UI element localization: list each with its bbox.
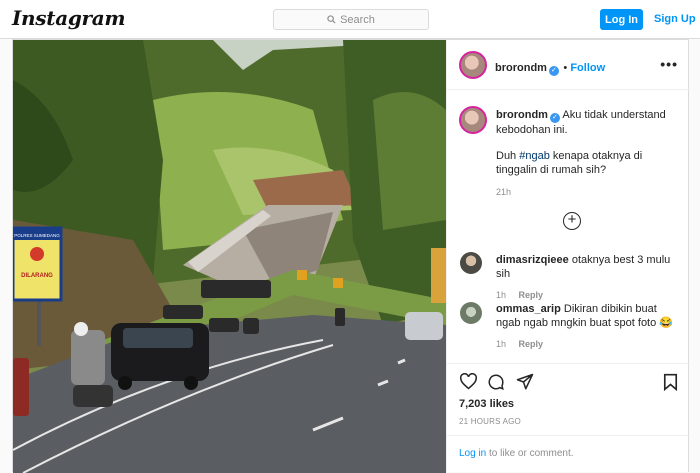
verified-icon: ✓ — [548, 66, 559, 76]
search-input[interactable]: Search — [273, 9, 429, 30]
comment-item: dimasrizqieee otaknya best 3 mulu sih 1h… — [496, 253, 681, 300]
photo-scene: DILARANG POLRES SUMEDANG — [13, 40, 446, 473]
comment-avatar[interactable] — [460, 252, 482, 274]
author-username[interactable]: brorondm — [495, 62, 547, 74]
instagram-logo[interactable]: Instagram — [12, 6, 126, 30]
hashtag-link[interactable]: #ngab — [519, 150, 550, 162]
login-prompt: to like or comment. — [486, 448, 574, 459]
post-side-panel: brorondm ✓ • Follow ••• brorondm ✓ Aku tid… — [446, 40, 690, 473]
likes-count[interactable]: 7,203 likes — [459, 398, 514, 410]
login-button[interactable]: Log In — [600, 9, 643, 30]
heart-icon[interactable] — [459, 373, 478, 390]
search-placeholder: Search — [340, 13, 375, 26]
reply-button[interactable]: Reply — [519, 339, 544, 349]
post-photo[interactable]: DILARANG POLRES SUMEDANG — [13, 40, 446, 473]
more-icon[interactable]: ••• — [660, 56, 678, 72]
laughing-emoji-icon: 😂 — [659, 317, 673, 329]
login-link[interactable]: Log in — [459, 448, 486, 459]
comment-avatar[interactable] — [460, 302, 482, 324]
reply-button[interactable]: Reply — [519, 290, 544, 300]
search-icon — [327, 15, 336, 24]
comment-username[interactable]: ommas_arip — [496, 303, 561, 315]
share-icon[interactable] — [516, 373, 534, 391]
follow-button[interactable]: Follow — [570, 62, 605, 74]
comment-icon[interactable] — [487, 373, 505, 391]
comment-time: 1h — [496, 290, 507, 300]
add-comment-icon[interactable]: + — [563, 212, 581, 230]
caption-avatar[interactable] — [459, 106, 487, 134]
caption-verified-icon: ✓ — [549, 113, 560, 123]
comment-item: ommas_arip Dikiran dibikin buat ngab nga… — [496, 302, 681, 349]
sign-small-text: POLRES SUMEDANG — [14, 233, 60, 238]
post-container: DILARANG POLRES SUMEDANG brorondm ✓ • Fol… — [12, 39, 690, 473]
post-timestamp[interactable]: 21 HOURS AGO — [459, 417, 521, 426]
author-avatar[interactable] — [459, 51, 487, 79]
caption: brorondm ✓ Aku tidak understand kebodohan… — [496, 108, 681, 197]
comment-time: 1h — [496, 339, 507, 349]
caption-username[interactable]: brorondm — [496, 109, 548, 121]
bookmark-icon[interactable] — [663, 373, 678, 391]
login-to-comment: Log in to like or comment. — [447, 435, 690, 473]
comment-username[interactable]: dimasrizqieee — [496, 254, 569, 266]
signup-link[interactable]: Sign Up — [654, 13, 696, 25]
top-navigation-bar: Instagram Search Log In Sign Up — [0, 0, 700, 39]
caption-line-2-start: Duh — [496, 150, 520, 162]
sign-text: DILARANG — [21, 273, 53, 279]
post-header: brorondm ✓ • Follow ••• — [447, 40, 690, 90]
caption-time: 21h — [496, 187, 512, 197]
